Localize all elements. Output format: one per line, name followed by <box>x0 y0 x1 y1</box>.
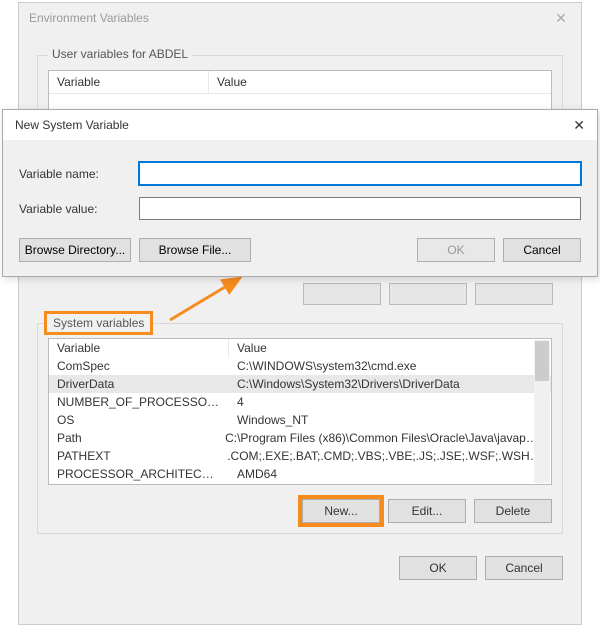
user-group-title: User variables for ABDEL <box>48 47 192 61</box>
cell-var: OS <box>49 411 229 429</box>
edit-button[interactable]: Edit... <box>388 499 466 523</box>
table-row[interactable]: PROCESSOR_ARCHITECTU... AMD64 <box>49 465 551 483</box>
ok-button[interactable]: OK <box>417 238 495 262</box>
table-row[interactable]: PATHEXT .COM;.EXE;.BAT;.CMD;.VBS;.VBE;.J… <box>49 447 551 465</box>
sys-group-title: System variables <box>44 311 153 335</box>
column-value[interactable]: Value <box>209 71 551 93</box>
delete-button[interactable]: Delete <box>474 499 552 523</box>
variable-name-label: Variable name: <box>19 167 139 181</box>
table-header-row: Variable Value <box>49 339 551 357</box>
scrollbar[interactable] <box>534 340 550 483</box>
environment-variables-dialog: Environment Variables ✕ User variables f… <box>18 2 582 625</box>
env-titlebar: Environment Variables ✕ <box>19 3 581 33</box>
nv-titlebar: New System Variable ✕ <box>3 110 597 140</box>
cell-var: ComSpec <box>49 357 229 375</box>
browse-directory-button[interactable]: Browse Directory... <box>19 238 131 262</box>
cancel-button[interactable]: Cancel <box>503 238 581 262</box>
new-system-variable-dialog: New System Variable ✕ Variable name: Var… <box>2 109 598 277</box>
variable-value-input[interactable] <box>139 197 581 220</box>
cell-val: C:\WINDOWS\system32\cmd.exe <box>229 357 424 375</box>
table-header-row: Variable Value <box>49 71 551 94</box>
column-variable[interactable]: Variable <box>49 339 229 357</box>
cell-var: DriverData <box>49 375 229 393</box>
table-row[interactable]: ComSpec C:\WINDOWS\system32\cmd.exe <box>49 357 551 375</box>
variable-name-input[interactable] <box>139 162 581 185</box>
close-icon[interactable]: ✕ <box>573 117 585 134</box>
nv-title: New System Variable <box>15 118 129 132</box>
cell-val: .COM;.EXE;.BAT;.CMD;.VBS;.VBE;.JS;.JSE;.… <box>219 447 551 465</box>
cell-val: C:\Windows\System32\Drivers\DriverData <box>229 375 468 393</box>
cell-var: NUMBER_OF_PROCESSORS <box>49 393 229 411</box>
cell-val: AMD64 <box>229 465 285 483</box>
cell-var: Path <box>49 429 217 447</box>
table-row[interactable]: DriverData C:\Windows\System32\Drivers\D… <box>49 375 551 393</box>
env-title: Environment Variables <box>29 11 149 25</box>
cell-val: 4 <box>229 393 252 411</box>
variable-value-label: Variable value: <box>19 202 139 216</box>
table-row[interactable]: OS Windows_NT <box>49 411 551 429</box>
cell-var: PATHEXT <box>49 447 219 465</box>
cell-val: C:\Program Files (x86)\Common Files\Orac… <box>217 429 551 447</box>
close-icon[interactable]: ✕ <box>551 8 571 28</box>
new-button[interactable]: New... <box>302 499 380 523</box>
column-value[interactable]: Value <box>229 339 551 357</box>
placeholder-btn <box>389 283 467 305</box>
user-variables-table[interactable]: Variable Value <box>48 70 552 110</box>
browse-file-button[interactable]: Browse File... <box>139 238 251 262</box>
scrollbar-thumb[interactable] <box>535 341 549 381</box>
placeholder-btn <box>475 283 553 305</box>
cell-var: PROCESSOR_ARCHITECTU... <box>49 465 229 483</box>
table-row[interactable]: NUMBER_OF_PROCESSORS 4 <box>49 393 551 411</box>
table-row[interactable]: Path C:\Program Files (x86)\Common Files… <box>49 429 551 447</box>
cancel-button[interactable]: Cancel <box>485 556 563 580</box>
cell-val: Windows_NT <box>229 411 316 429</box>
ok-button[interactable]: OK <box>399 556 477 580</box>
system-variables-group: System variables Variable Value ComSpec … <box>37 323 563 534</box>
user-btns-placeholder <box>37 273 563 315</box>
placeholder-btn <box>303 283 381 305</box>
system-variables-table[interactable]: Variable Value ComSpec C:\WINDOWS\system… <box>48 338 552 485</box>
column-variable[interactable]: Variable <box>49 71 209 93</box>
